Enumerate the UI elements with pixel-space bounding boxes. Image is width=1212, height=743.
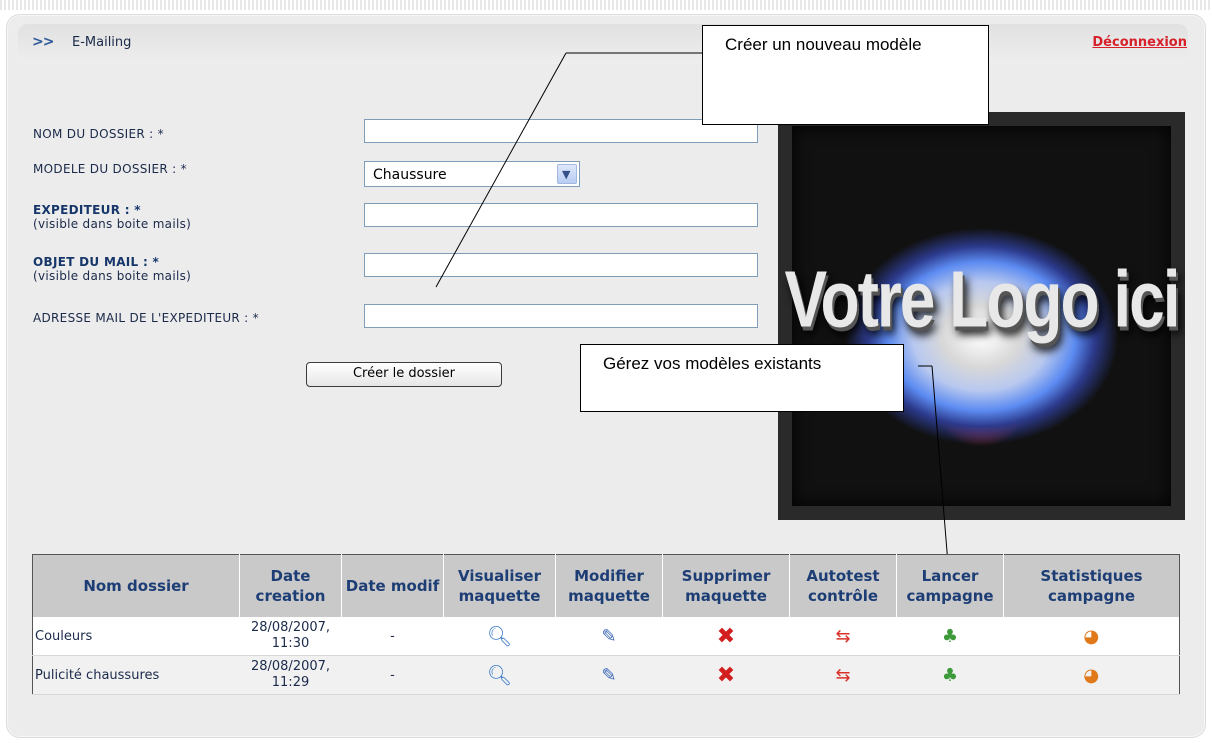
dropdown-button[interactable]: ▼: [557, 164, 577, 184]
modele-dossier-label: MODELE DU DOSSIER : *: [33, 162, 187, 176]
col-supprimer: Supprimer maquette: [662, 554, 790, 617]
expediteur-sublabel: (visible dans boite mails): [33, 217, 192, 231]
col-date-creation[interactable]: Date creation: [239, 554, 342, 617]
objet-sublabel: (visible dans boite mails): [33, 269, 192, 283]
expediteur-label: EXPEDITEUR : * (visible dans boite mails…: [33, 203, 191, 231]
magnifier-icon[interactable]: 🔍︎: [487, 663, 512, 687]
objet-label-text: OBJET DU MAIL : *: [33, 255, 160, 269]
date-modif: -: [341, 655, 444, 695]
delete-x-icon[interactable]: ✖: [717, 663, 735, 688]
user-add-icon[interactable]: ♣: [942, 665, 958, 686]
col-statistiques: Statistiques campagne: [1003, 554, 1180, 617]
top-dotted-border: [0, 0, 1212, 10]
chevron-down-icon: ▼: [562, 168, 571, 181]
col-visualiser: Visualiser maquette: [443, 554, 556, 617]
table-header-row: Nom dossier Date creation Date modif Vis…: [32, 554, 1180, 617]
col-nom-dossier[interactable]: Nom dossier: [32, 554, 240, 617]
user-add-icon[interactable]: ♣: [942, 626, 958, 647]
col-lancer: Lancer campagne: [896, 554, 1004, 617]
col-date-modif[interactable]: Date modif: [341, 554, 444, 617]
logo-text: Votre Logo ici: [784, 254, 1181, 344]
arrows-exchange-icon[interactable]: ⇆: [835, 665, 850, 686]
adresse-mail-input[interactable]: [364, 304, 758, 328]
folder-name[interactable]: Pulicité chaussures: [32, 655, 240, 695]
col-autotest: Autotest contrôle: [789, 554, 897, 617]
table-row: Couleurs 28/08/2007, 11:30 - 🔍︎ ✎ ✖ ⇆ ♣ …: [32, 617, 1180, 656]
date-modif: -: [341, 617, 444, 656]
modele-dossier-value: Chaussure: [373, 167, 447, 183]
folder-name[interactable]: Couleurs: [32, 617, 240, 656]
edit-page-icon[interactable]: ✎: [601, 626, 616, 647]
folders-table: Nom dossier Date creation Date modif Vis…: [32, 554, 1180, 695]
table-row: Pulicité chaussures 28/08/2007, 11:29 - …: [32, 655, 1180, 695]
breadcrumb-arrows-icon: >>: [32, 34, 54, 50]
arrows-exchange-icon[interactable]: ⇆: [835, 626, 850, 647]
nom-dossier-label: NOM DU DOSSIER : *: [33, 127, 164, 141]
nom-dossier-input[interactable]: [364, 119, 758, 143]
magnifier-icon[interactable]: 🔍︎: [487, 624, 512, 648]
expediteur-label-text: EXPEDITEUR : *: [33, 203, 141, 217]
pie-chart-icon[interactable]: ◕: [1083, 665, 1099, 686]
objet-label: OBJET DU MAIL : * (visible dans boite ma…: [33, 255, 191, 283]
breadcrumb: E-Mailing: [72, 35, 132, 50]
objet-input[interactable]: [364, 253, 758, 277]
callout-manage-models: Gérez vos modèles existants: [580, 344, 904, 412]
adresse-mail-label: ADRESSE MAIL DE L'EXPEDITEUR : *: [33, 311, 259, 325]
logo-image: Votre Logo ici: [778, 112, 1185, 520]
pie-chart-icon[interactable]: ◕: [1083, 626, 1099, 647]
modele-dossier-select[interactable]: Chaussure ▼: [364, 161, 580, 187]
delete-x-icon[interactable]: ✖: [717, 624, 735, 649]
edit-page-icon[interactable]: ✎: [601, 665, 616, 686]
logout-link[interactable]: Déconnexion: [1092, 35, 1187, 50]
date-creation: 28/08/2007, 11:29: [239, 655, 342, 695]
expediteur-input[interactable]: [364, 203, 758, 227]
col-modifier: Modifier maquette: [555, 554, 663, 617]
date-creation: 28/08/2007, 11:30: [239, 617, 342, 656]
header-bar: [18, 24, 1188, 64]
create-folder-button[interactable]: Créer le dossier: [306, 362, 502, 387]
callout-new-model: Créer un nouveau modèle: [702, 25, 989, 125]
